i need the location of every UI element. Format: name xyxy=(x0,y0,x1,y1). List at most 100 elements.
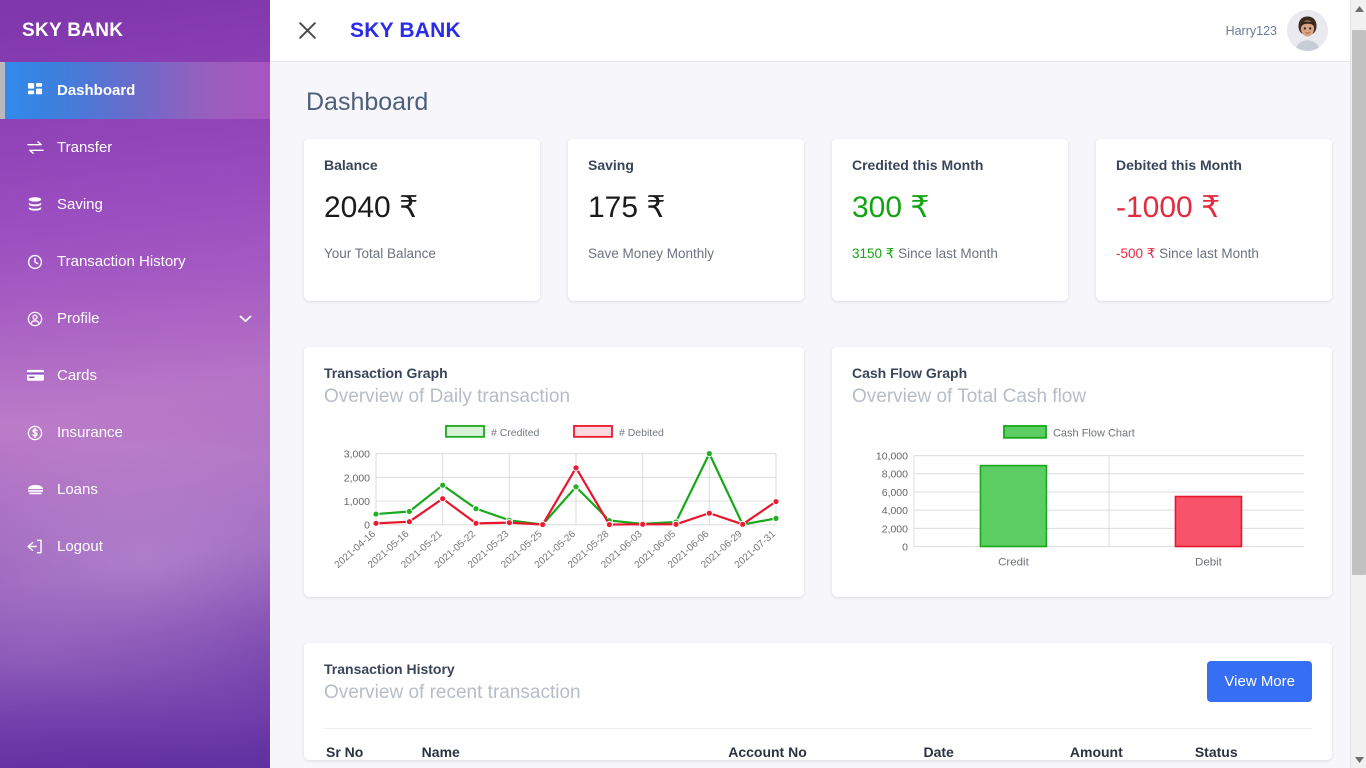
chart-title: Cash Flow Graph xyxy=(852,365,968,381)
view-more-button[interactable]: View More xyxy=(1207,661,1312,702)
svg-text:8,000: 8,000 xyxy=(882,470,908,481)
bar-chart[interactable]: Cash Flow Chart 0 2,000 4,000 6,000 8,000 10,0… xyxy=(852,422,1312,590)
bar-chart-svg: Cash Flow Chart 0 2,000 4,000 6,000 8,000 10,0… xyxy=(876,425,1304,568)
transaction-history-card: Transaction History Overview of recent t… xyxy=(304,643,1332,760)
user-name: Harry123 xyxy=(1225,23,1277,38)
sidebar-item-label: Profile xyxy=(57,310,100,327)
column-header-sr-no: Sr No xyxy=(326,744,364,760)
history-header: Transaction History Overview of recent t… xyxy=(324,661,1312,704)
svg-text:Credit: Credit xyxy=(998,556,1029,568)
stat-value: 2040 ₹ xyxy=(324,191,419,224)
topbar: SKY BANK Harry123 xyxy=(270,0,1366,62)
history-subtitle: Overview of recent transaction xyxy=(324,682,581,703)
sidebar-item-label: Loans xyxy=(57,481,98,498)
history-title: Transaction History xyxy=(324,661,455,677)
stat-label: Credited this Month xyxy=(852,157,984,173)
svg-text:1,000: 1,000 xyxy=(344,497,370,508)
sidebar: SKY BANK Dashboard Transfer Saving Trans… xyxy=(0,0,270,768)
column-header-date: Date xyxy=(923,744,954,760)
sidebar-item-transfer[interactable]: Transfer xyxy=(0,119,270,176)
stat-value: -1000 ₹ xyxy=(1116,191,1221,224)
column-header-name: Name xyxy=(421,744,460,760)
column-header-status: Status xyxy=(1194,744,1238,760)
stat-sub: -500 ₹ Since last Month xyxy=(1116,246,1312,262)
stat-card-balance: Balance 2040 ₹ Your Total Balance xyxy=(304,139,540,301)
column-header-amount: Amount xyxy=(1069,744,1123,760)
sidebar-item-transaction-history[interactable]: Transaction History xyxy=(0,233,270,290)
stat-sub-text: Since last Month xyxy=(1159,246,1259,261)
stat-sub: Save Money Monthly xyxy=(588,246,715,261)
svg-text:Cash Flow Chart: Cash Flow Chart xyxy=(1053,427,1135,439)
page-title: Dashboard xyxy=(306,88,429,116)
svg-text:3,000: 3,000 xyxy=(344,450,370,461)
stat-card-debited: Debited this Month -1000 ₹ -500 ₹ Since … xyxy=(1096,139,1332,301)
sidebar-item-label: Saving xyxy=(57,196,103,213)
sidebar-item-cards[interactable]: Cards xyxy=(0,347,270,404)
sidebar-item-insurance[interactable]: Insurance xyxy=(0,404,270,461)
sidebar-item-logout[interactable]: Logout xyxy=(0,518,270,575)
svg-text:# Debited: # Debited xyxy=(619,428,664,439)
scroll-up-arrow[interactable] xyxy=(1351,0,1366,17)
stat-value: 300 ₹ xyxy=(852,191,930,224)
sidebar-item-label: Logout xyxy=(57,538,103,555)
stat-label: Balance xyxy=(324,157,378,173)
history-titles: Transaction History Overview of recent t… xyxy=(324,661,1207,704)
stat-value: 175 ₹ xyxy=(588,191,666,224)
sidebar-item-dashboard[interactable]: Dashboard xyxy=(0,62,270,119)
sidebar-item-label: Transaction History xyxy=(57,253,186,270)
sidebar-item-label: Dashboard xyxy=(57,82,136,99)
content-area: Dashboard Balance 2040 ₹ Your Total Bala… xyxy=(270,62,1366,760)
sidebar-item-label: Cards xyxy=(57,367,98,384)
credit-card-icon xyxy=(24,367,46,385)
svg-text:4,000: 4,000 xyxy=(882,506,908,517)
topbar-title: SKY BANK xyxy=(350,18,461,42)
sidebar-brand: SKY BANK xyxy=(22,20,124,41)
column-header-account-no: Account No xyxy=(728,744,807,760)
chart-title: Transaction Graph xyxy=(324,365,448,381)
clock-icon xyxy=(24,253,46,271)
dollar-circle-icon xyxy=(24,424,46,442)
user-circle-icon xyxy=(24,310,46,328)
chart-subtitle: Overview of Daily transaction xyxy=(324,386,571,407)
transaction-graph-card: Transaction Graph Overview of Daily tran… xyxy=(304,347,804,597)
stat-sub-amount: -500 ₹ xyxy=(1116,246,1156,261)
grid-icon xyxy=(24,82,46,100)
chart-subtitle: Overview of Total Cash flow xyxy=(852,386,1087,407)
svg-text:0: 0 xyxy=(902,543,908,554)
sidebar-item-saving[interactable]: Saving xyxy=(0,176,270,233)
sidebar-item-profile[interactable]: Profile xyxy=(0,290,270,347)
chart-row: Transaction Graph Overview of Daily tran… xyxy=(304,347,1332,597)
stat-sub: 3150 ₹ Since last Month xyxy=(852,246,1048,262)
close-icon[interactable] xyxy=(292,16,322,46)
stat-card-credited: Credited this Month 300 ₹ 3150 ₹ Since l… xyxy=(832,139,1068,301)
user-menu[interactable]: Harry123 xyxy=(1226,10,1328,51)
sidebar-item-label: Transfer xyxy=(57,139,113,156)
sidebar-nav: Dashboard Transfer Saving Transaction Hi… xyxy=(0,62,270,575)
coins-icon xyxy=(24,196,46,214)
page-scrollbar[interactable] xyxy=(1350,0,1366,768)
chevron-down-icon[interactable] xyxy=(239,310,252,327)
svg-text:Debit: Debit xyxy=(1195,556,1223,568)
cash-flow-graph-card: Cash Flow Graph Overview of Total Cash f… xyxy=(832,347,1332,597)
avatar[interactable] xyxy=(1287,10,1328,51)
stat-label: Saving xyxy=(588,157,634,173)
stat-card-saving: Saving 175 ₹ Save Money Monthly xyxy=(568,139,804,301)
line-chart[interactable]: # Credited # Debited 0 1,000 2,000 3,000 2021-… xyxy=(324,422,784,590)
scroll-down-arrow[interactable] xyxy=(1351,751,1366,768)
app-root: SKY BANK Dashboard Transfer Saving Trans… xyxy=(0,0,1366,768)
sidebar-item-loans[interactable]: Loans xyxy=(0,461,270,518)
transaction-table-header: Sr No Name Account No Date Amount Status xyxy=(324,728,1312,760)
svg-text:6,000: 6,000 xyxy=(882,488,908,499)
stat-label: Debited this Month xyxy=(1116,157,1242,173)
sidebar-item-label: Insurance xyxy=(57,424,123,441)
stat-card-row: Balance 2040 ₹ Your Total Balance Saving… xyxy=(304,139,1332,301)
line-chart-svg: # Credited # Debited01,0002,0003,0002021-… xyxy=(333,425,780,571)
exchange-icon xyxy=(24,139,46,157)
stat-sub-text: Since last Month xyxy=(898,246,998,261)
logout-icon xyxy=(24,538,46,556)
scrollbar-thumb[interactable] xyxy=(1352,30,1366,575)
money-stack-icon xyxy=(24,481,46,499)
svg-text:# Credited: # Credited xyxy=(491,428,540,439)
svg-text:2,000: 2,000 xyxy=(344,473,370,484)
svg-text:2,000: 2,000 xyxy=(882,524,908,535)
